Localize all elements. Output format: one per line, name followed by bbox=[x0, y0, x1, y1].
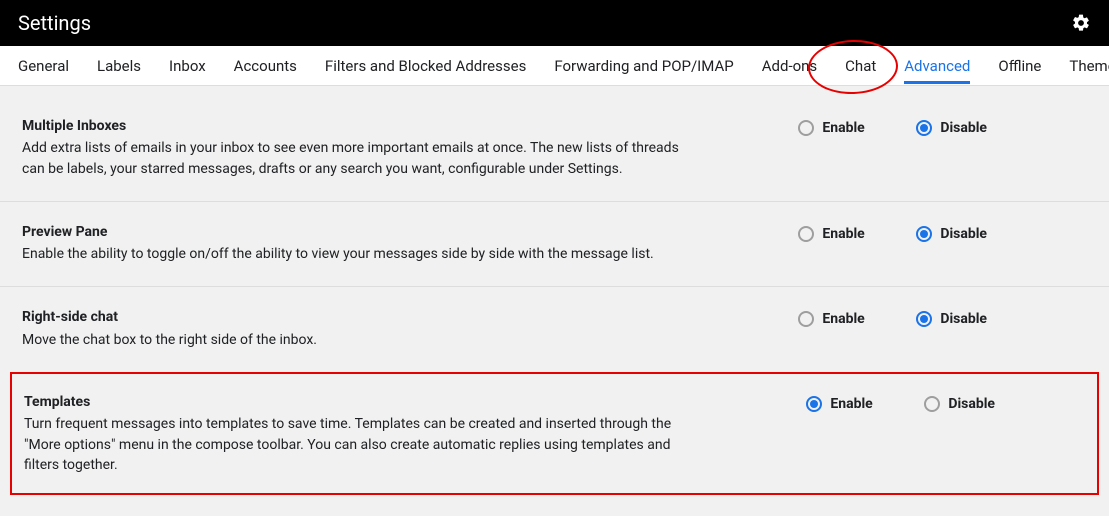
radio-disable[interactable]: Disable bbox=[916, 311, 987, 327]
setting-text: Enable the ability to toggle on/off the … bbox=[22, 244, 682, 264]
annotation-highlight-box: Templates Turn frequent messages into te… bbox=[10, 372, 1099, 495]
radio-label: Enable bbox=[822, 120, 864, 136]
tab-themes[interactable]: Themes bbox=[1069, 48, 1109, 84]
radio-enable[interactable]: Enable bbox=[798, 311, 868, 327]
setting-description: Multiple Inboxes Add extra lists of emai… bbox=[22, 116, 682, 179]
radio-icon bbox=[798, 311, 814, 327]
radio-icon bbox=[924, 396, 940, 412]
radio-label: Enable bbox=[822, 226, 864, 242]
setting-preview-pane: Preview Pane Enable the ability to toggl… bbox=[0, 201, 1109, 287]
setting-description: Preview Pane Enable the ability to toggl… bbox=[22, 222, 682, 265]
radio-icon bbox=[916, 311, 932, 327]
radio-icon bbox=[916, 226, 932, 242]
tab-advanced[interactable]: Advanced bbox=[904, 48, 970, 84]
setting-text: Move the chat box to the right side of t… bbox=[22, 330, 682, 350]
page-title: Settings bbox=[18, 11, 91, 35]
radio-group: Enable Disable bbox=[798, 222, 1087, 242]
radio-disable[interactable]: Disable bbox=[924, 396, 995, 412]
setting-multiple-inboxes: Multiple Inboxes Add extra lists of emai… bbox=[0, 96, 1109, 201]
radio-enable[interactable]: Enable bbox=[798, 226, 868, 242]
setting-title: Templates bbox=[24, 392, 684, 412]
radio-group: Enable Disable bbox=[798, 116, 1087, 136]
tab-inbox[interactable]: Inbox bbox=[169, 48, 206, 84]
radio-label: Disable bbox=[940, 311, 987, 327]
radio-icon bbox=[798, 120, 814, 136]
radio-group: Enable Disable bbox=[798, 307, 1087, 327]
setting-title: Multiple Inboxes bbox=[22, 116, 682, 136]
setting-text: Add extra lists of emails in your inbox … bbox=[22, 138, 682, 179]
radio-label: Enable bbox=[830, 396, 872, 412]
header-bar: Settings bbox=[0, 0, 1109, 46]
radio-enable[interactable]: Enable bbox=[806, 396, 876, 412]
setting-right-side-chat: Right-side chat Move the chat box to the… bbox=[0, 286, 1109, 372]
setting-title: Preview Pane bbox=[22, 222, 682, 242]
tab-addons[interactable]: Add-ons bbox=[762, 48, 817, 84]
setting-templates: Templates Turn frequent messages into te… bbox=[12, 374, 1097, 493]
radio-icon bbox=[806, 396, 822, 412]
setting-title: Right-side chat bbox=[22, 307, 682, 327]
setting-text: Turn frequent messages into templates to… bbox=[24, 414, 684, 475]
radio-label: Disable bbox=[940, 120, 987, 136]
tab-general[interactable]: General bbox=[18, 48, 69, 84]
tab-labels[interactable]: Labels bbox=[97, 48, 141, 84]
tab-filters[interactable]: Filters and Blocked Addresses bbox=[325, 48, 526, 84]
radio-label: Enable bbox=[822, 311, 864, 327]
setting-description: Templates Turn frequent messages into te… bbox=[24, 392, 684, 475]
gear-icon[interactable] bbox=[1071, 13, 1091, 33]
tab-accounts[interactable]: Accounts bbox=[234, 48, 297, 84]
radio-label: Disable bbox=[940, 226, 987, 242]
radio-disable[interactable]: Disable bbox=[916, 120, 987, 136]
setting-description: Right-side chat Move the chat box to the… bbox=[22, 307, 682, 350]
settings-tabs: General Labels Inbox Accounts Filters an… bbox=[0, 46, 1109, 86]
tab-chat[interactable]: Chat bbox=[845, 48, 876, 84]
radio-group: Enable Disable bbox=[806, 392, 1085, 412]
radio-icon bbox=[798, 226, 814, 242]
radio-enable[interactable]: Enable bbox=[798, 120, 868, 136]
radio-disable[interactable]: Disable bbox=[916, 226, 987, 242]
settings-content: Multiple Inboxes Add extra lists of emai… bbox=[0, 86, 1109, 495]
radio-label: Disable bbox=[948, 396, 995, 412]
tab-forwarding[interactable]: Forwarding and POP/IMAP bbox=[554, 48, 733, 84]
radio-icon bbox=[916, 120, 932, 136]
tab-offline[interactable]: Offline bbox=[998, 48, 1041, 84]
